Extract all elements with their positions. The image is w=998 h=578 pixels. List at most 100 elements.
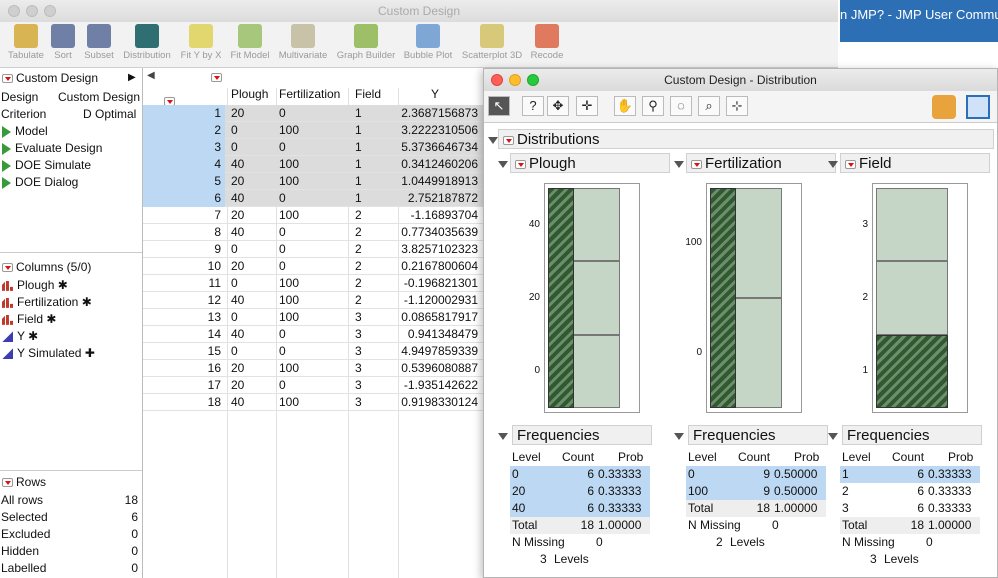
column-item-y-simulated[interactable]: Y Simulated ✚ [2, 346, 95, 360]
table-cell[interactable]: 0.941348479 [398, 326, 478, 343]
table-row[interactable]: 16 20 100 3 0.5396080887 [143, 360, 483, 377]
left-arrow-icon[interactable]: ◀ [147, 70, 155, 81]
row-number[interactable]: 10 [143, 258, 225, 275]
table-cell[interactable]: 0 [231, 241, 238, 258]
arrow-tool-icon[interactable]: ↖ [488, 96, 510, 116]
row-number[interactable]: 16 [143, 360, 225, 377]
frequency-row[interactable]: 0 6 0.33333 [510, 466, 650, 483]
table-cell[interactable]: 0.2167800604 [398, 258, 478, 275]
table-row[interactable]: 2 0 100 1 3.2222310506 [143, 122, 483, 139]
row-number[interactable]: 5 [143, 173, 225, 190]
disclosure-icon[interactable] [828, 161, 838, 168]
row-number[interactable]: 12 [143, 292, 225, 309]
table-cell[interactable]: 2 [355, 258, 362, 275]
annotate-tool-icon[interactable]: ⊹ [726, 96, 748, 116]
column-header-y[interactable]: Y [431, 86, 439, 103]
row-number[interactable]: 14 [143, 326, 225, 343]
table-cell[interactable]: 0 [279, 190, 286, 207]
minimize-window-button[interactable] [509, 74, 521, 86]
table-cell[interactable]: 20 [231, 207, 244, 224]
table-cell[interactable]: 2 [355, 292, 362, 309]
table-cell[interactable]: 40 [231, 224, 244, 241]
table-cell[interactable]: 0 [279, 105, 286, 122]
column-item-fertilization[interactable]: Fertilization ✱ [2, 295, 92, 309]
variable-header[interactable]: Fertilization [686, 153, 836, 173]
variable-header[interactable]: Plough [510, 153, 670, 173]
table-cell[interactable]: 2 [355, 241, 362, 258]
table-cell[interactable]: -0.196821301 [398, 275, 478, 292]
red-triangle-menu-icon[interactable] [2, 263, 13, 273]
row-number[interactable]: 17 [143, 377, 225, 394]
table-row[interactable]: 11 0 100 2 -0.196821301 [143, 275, 483, 292]
red-triangle-menu-icon[interactable] [2, 74, 13, 84]
crosshair-tool-icon[interactable]: ✛ [576, 96, 598, 116]
table-cell[interactable]: 0 [279, 343, 286, 360]
row-number[interactable]: 15 [143, 343, 225, 360]
script-doe-simulate[interactable]: DOE Simulate [2, 158, 91, 172]
column-item-plough[interactable]: Plough ✱ [2, 278, 68, 292]
fit-model-button[interactable]: Fit Model [228, 24, 272, 61]
table-cell[interactable]: 100 [279, 207, 299, 224]
table-cell[interactable]: 40 [231, 190, 244, 207]
disclosure-icon[interactable] [674, 433, 684, 440]
table-cell[interactable]: 100 [279, 292, 299, 309]
table-cell[interactable]: 20 [231, 377, 244, 394]
table-cell[interactable]: 0 [231, 343, 238, 360]
table-cell[interactable]: 1.0449918913 [398, 173, 478, 190]
row-number[interactable]: 7 [143, 207, 225, 224]
table-cell[interactable]: 100 [279, 309, 299, 326]
help-tool-icon[interactable]: ? [522, 96, 544, 116]
table-cell[interactable]: 3 [355, 377, 362, 394]
table-cell[interactable]: 0.3412460206 [398, 156, 478, 173]
table-cell[interactable]: 0 [279, 326, 286, 343]
column-header-field[interactable]: Field [355, 86, 381, 103]
column-item-field[interactable]: Field ✱ [2, 312, 56, 326]
table-row[interactable]: 8 40 0 2 0.7734035639 [143, 224, 483, 241]
row-number[interactable]: 6 [143, 190, 225, 207]
frequency-row[interactable]: 2 6 0.33333 [840, 483, 980, 500]
disclosure-icon[interactable] [674, 161, 684, 168]
variable-header[interactable]: Field [840, 153, 990, 173]
table-row[interactable]: 12 40 100 2 -1.120002931 [143, 292, 483, 309]
table-cell[interactable]: 1 [355, 173, 362, 190]
scatterplot-3d-button[interactable]: Scatterplot 3D [458, 24, 526, 61]
red-triangle-menu-icon[interactable] [845, 159, 856, 169]
fit-y-by-x-button[interactable]: Fit Y by X [178, 24, 224, 61]
row-number[interactable]: 2 [143, 122, 225, 139]
table-cell[interactable]: 0 [231, 309, 238, 326]
row-number[interactable]: 8 [143, 224, 225, 241]
table-cell[interactable]: 100 [279, 156, 299, 173]
frequency-row[interactable]: 40 6 0.33333 [510, 500, 650, 517]
table-cell[interactable]: 0.7734035639 [398, 224, 478, 241]
table-cell[interactable]: -1.120002931 [398, 292, 478, 309]
frequency-row[interactable]: 0 9 0.50000 [686, 466, 826, 483]
table-cell[interactable]: 2.3687156873 [398, 105, 478, 122]
selected-rows-bar[interactable] [548, 188, 574, 408]
brush-tool-icon[interactable]: ⚲ [642, 96, 664, 116]
table-cell[interactable]: 100 [279, 275, 299, 292]
table-cell[interactable]: 0 [279, 241, 286, 258]
table-cell[interactable]: 2 [355, 207, 362, 224]
frequencies-header[interactable]: Frequencies [842, 425, 982, 445]
table-cell[interactable]: 0 [279, 224, 286, 241]
table-cell[interactable]: -1.16893704 [398, 207, 478, 224]
grabber-tool-icon[interactable]: ✋ [614, 96, 636, 116]
table-cell[interactable]: 20 [231, 173, 244, 190]
bubble-plot-button[interactable]: Bubble Plot [402, 24, 454, 61]
frequencies-header[interactable]: Frequencies [688, 425, 828, 445]
frequency-row[interactable]: 3 6 0.33333 [840, 500, 980, 517]
table-cell[interactable]: 0 [279, 258, 286, 275]
table-cell[interactable]: 1 [355, 139, 362, 156]
red-triangle-menu-icon[interactable] [515, 159, 526, 169]
rows-panel-header[interactable]: Rows [2, 475, 46, 489]
red-triangle-menu-icon[interactable] [503, 135, 514, 145]
close-window-button[interactable] [491, 74, 503, 86]
subset-button[interactable]: Subset [82, 24, 116, 61]
table-cell[interactable]: 1 [355, 122, 362, 139]
frequencies-header[interactable]: Frequencies [512, 425, 652, 445]
table-cell[interactable]: 1 [355, 105, 362, 122]
table-row[interactable]: 10 20 0 2 0.2167800604 [143, 258, 483, 275]
table-cell[interactable]: 3 [355, 360, 362, 377]
table-cell[interactable]: 0 [231, 139, 238, 156]
table-cell[interactable]: 100 [279, 173, 299, 190]
